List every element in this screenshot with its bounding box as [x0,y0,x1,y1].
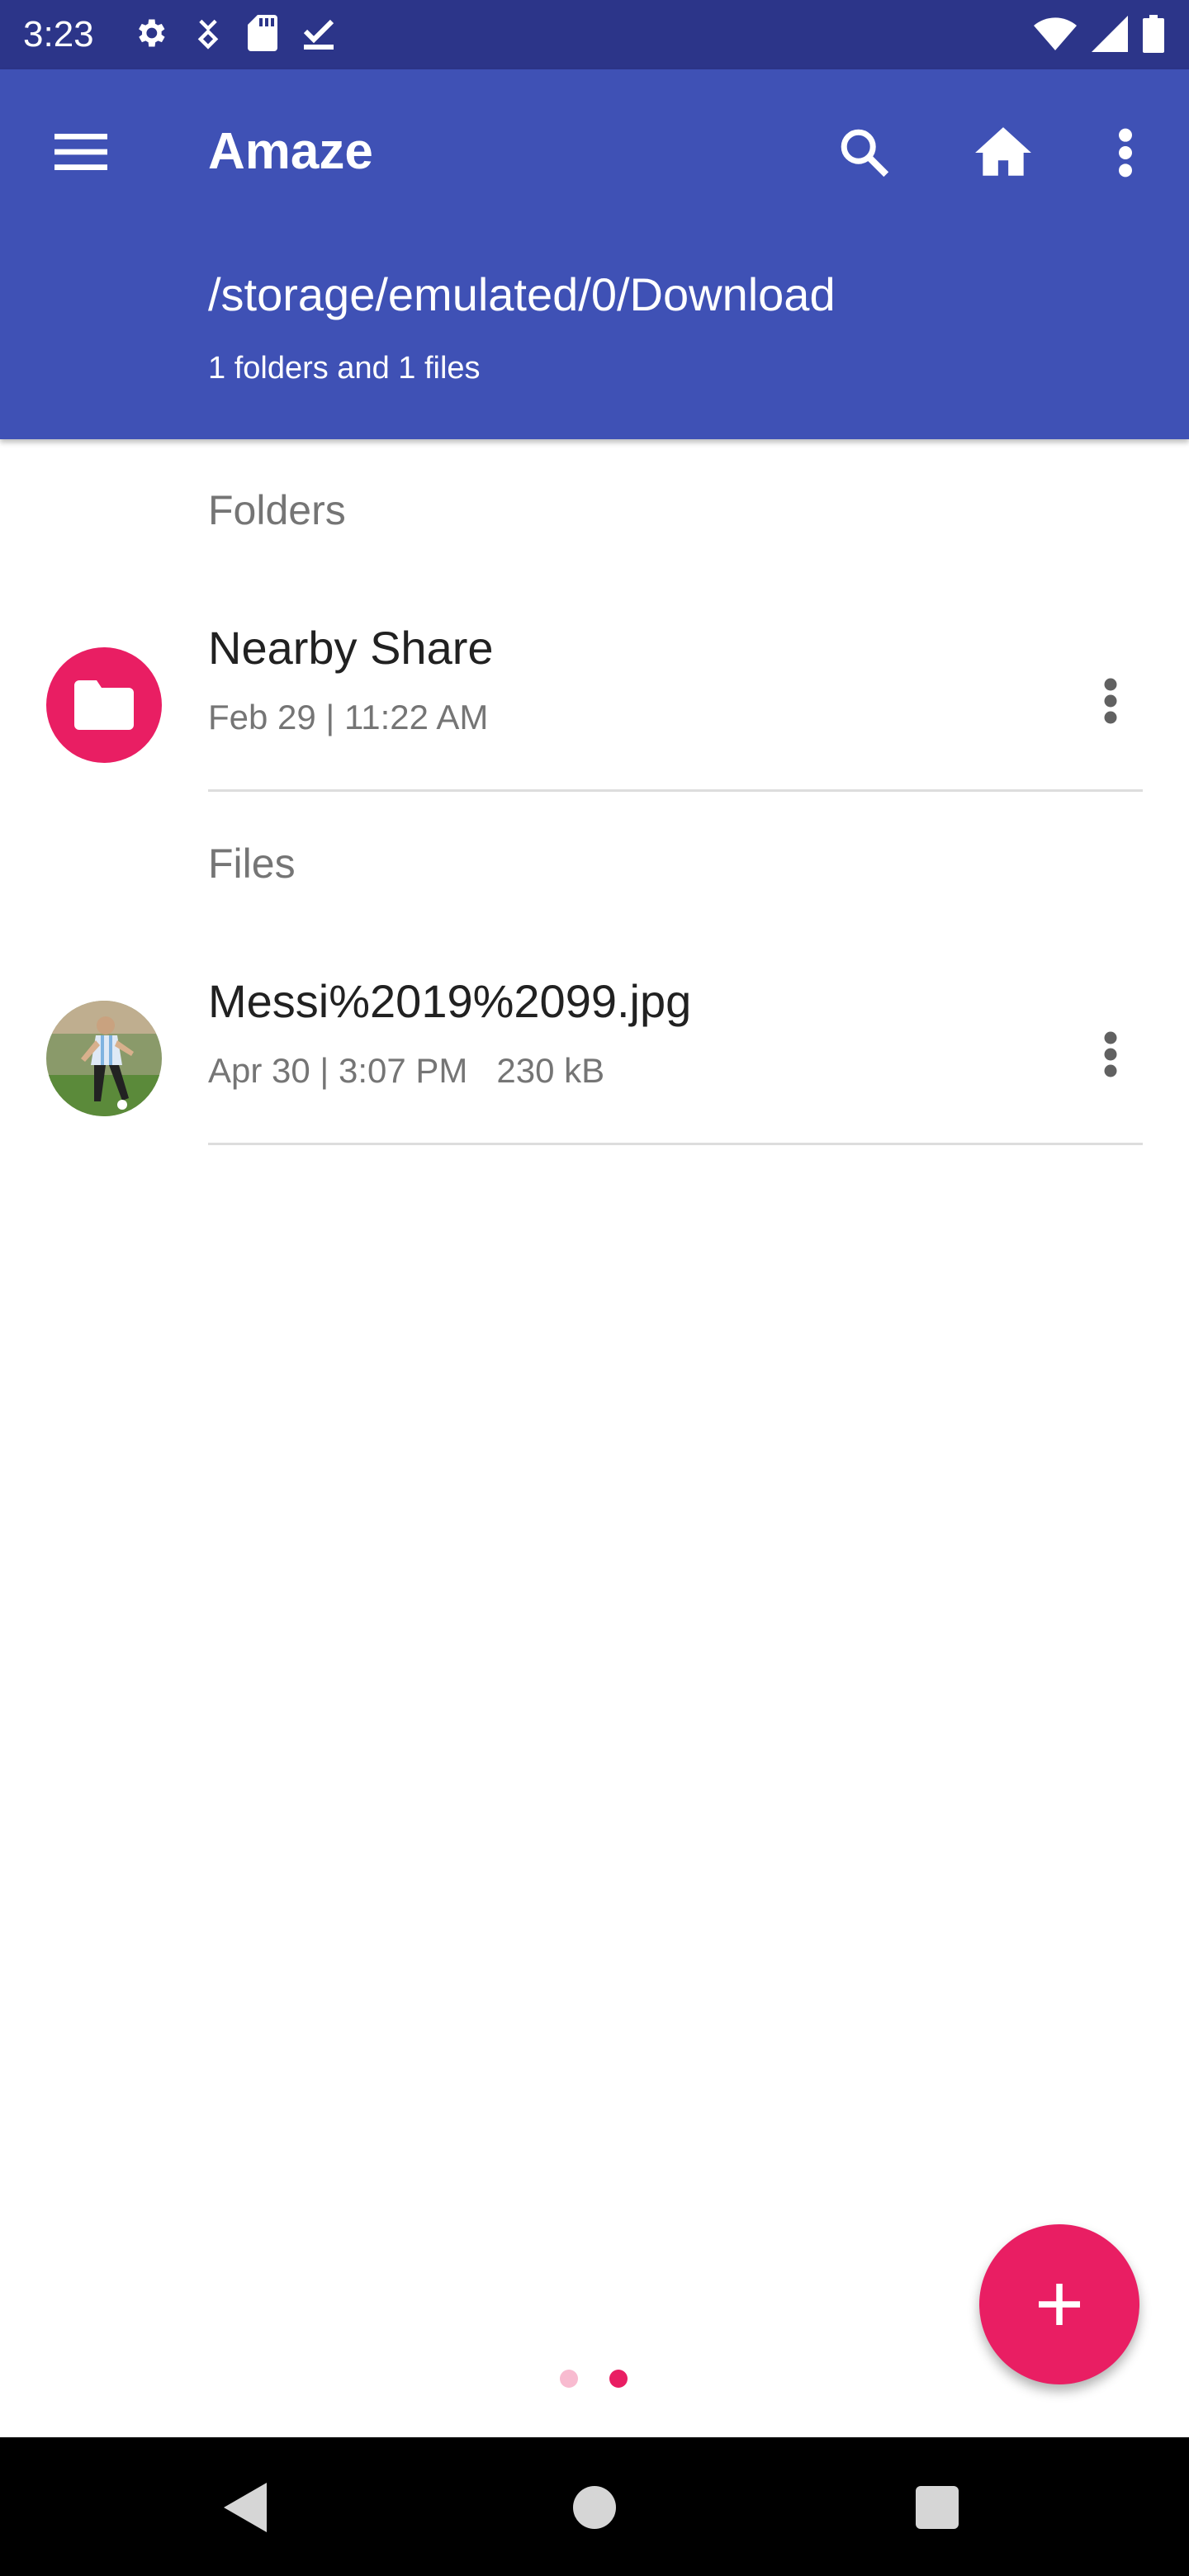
plus-icon [1039,2284,1080,2325]
sd-card-icon [248,15,277,51]
file-overflow-button[interactable] [1082,1025,1139,1083]
page-indicator [560,2370,628,2388]
settings-icon [139,19,165,47]
file-thumbnail [46,1001,162,1116]
battery-icon [1143,15,1164,53]
system-nav-bar [0,2437,1189,2576]
list-item-file[interactable]: Messi%2019%2099.jpg Apr 30 | 3:07 PM 230… [0,956,1189,1148]
home-icon [975,127,1031,176]
file-name: Messi%2019%2099.jpg [208,975,692,1027]
data-saver-icon [197,19,219,50]
home-nav-button[interactable] [566,2479,623,2536]
home-button[interactable] [966,116,1040,190]
more-options-button[interactable] [1088,116,1163,190]
more-vert-icon [1104,1031,1117,1077]
divider [208,1143,1143,1145]
folders-header: Folders [208,487,346,533]
search-button[interactable] [827,116,902,190]
folder-summary: 1 folders and 1 files [208,351,481,386]
file-size: 230 kB [496,1051,605,1090]
back-button[interactable] [218,2479,276,2536]
files-header: Files [208,841,296,887]
folder-icon [74,680,134,730]
more-vert-icon [1119,128,1132,178]
file-meta: Apr 30 | 3:07 PM 230 kB [208,1049,604,1093]
download-done-icon [303,19,334,50]
status-icons-right [1034,15,1164,53]
menu-icon [54,134,107,170]
folder-overflow-button[interactable] [1082,672,1139,730]
image-thumbnail-icon [46,1001,162,1116]
search-icon [841,129,889,178]
file-date: Apr 30 | 3:07 PM [208,1051,468,1090]
page-dot-inactive[interactable] [560,2370,578,2388]
current-path[interactable]: /storage/emulated/0/Download [208,266,836,324]
recents-button[interactable] [908,2479,966,2536]
status-icons-left [132,15,335,51]
status-time: 3:23 [23,14,94,54]
folder-date: Feb 29 | 11:22 AM [208,698,489,736]
menu-button[interactable] [48,119,114,185]
page-dot-active[interactable] [609,2370,628,2388]
app-title: Amaze [208,123,373,180]
divider [208,789,1143,792]
home-circle-icon [573,2486,616,2529]
folder-name: Nearby Share [208,622,494,674]
recents-icon [916,2486,959,2529]
list-item-folder[interactable]: Nearby Share Feb 29 | 11:22 AM [0,603,1189,794]
add-fab-button[interactable] [979,2224,1139,2384]
status-bar: 3:23 [0,0,1189,69]
app-bar: Amaze /storage/emulated/0/Download 1 fol… [0,69,1189,439]
more-vert-icon [1104,678,1117,724]
folder-avatar [46,647,162,763]
back-icon [224,2483,267,2532]
wifi-icon [1034,17,1077,50]
signal-icon [1092,16,1128,52]
